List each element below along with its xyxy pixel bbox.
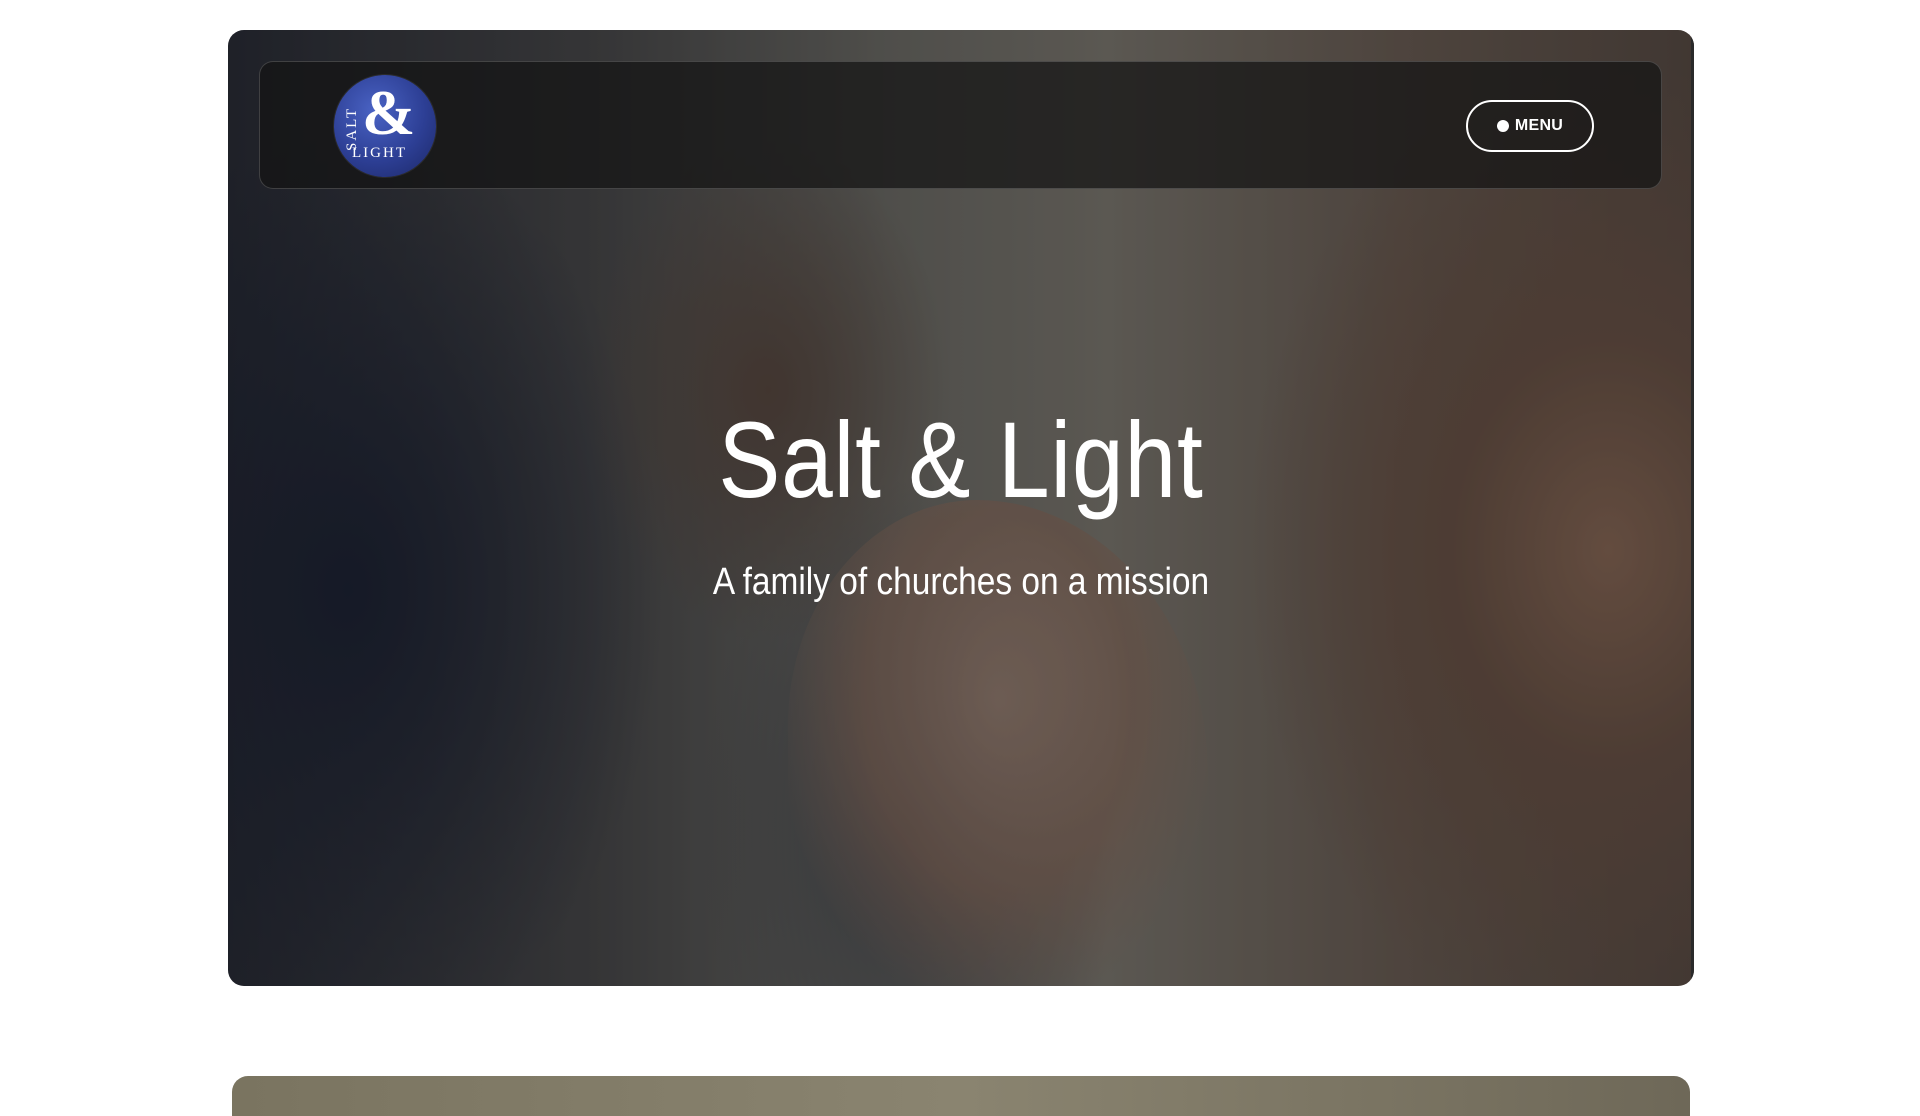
next-section-preview [232, 1076, 1690, 1116]
dot-icon [1496, 120, 1509, 132]
site-logo[interactable]: SALT & LIGHT [334, 75, 436, 177]
hero-title: Salt & Light [718, 399, 1204, 520]
logo-salt-text: SALT [344, 106, 360, 151]
logo-light-text: LIGHT [352, 145, 407, 161]
hero-subtitle: A family of churches on a mission [712, 561, 1210, 603]
hero-edge [1691, 30, 1694, 986]
hero-section: SALT & LIGHT MENU Salt & Light A family … [228, 30, 1694, 986]
logo-ampersand: & [362, 77, 416, 148]
navbar: SALT & LIGHT MENU [259, 61, 1662, 189]
menu-button-label: MENU [1514, 117, 1564, 134]
menu-button[interactable]: MENU [1466, 100, 1594, 152]
